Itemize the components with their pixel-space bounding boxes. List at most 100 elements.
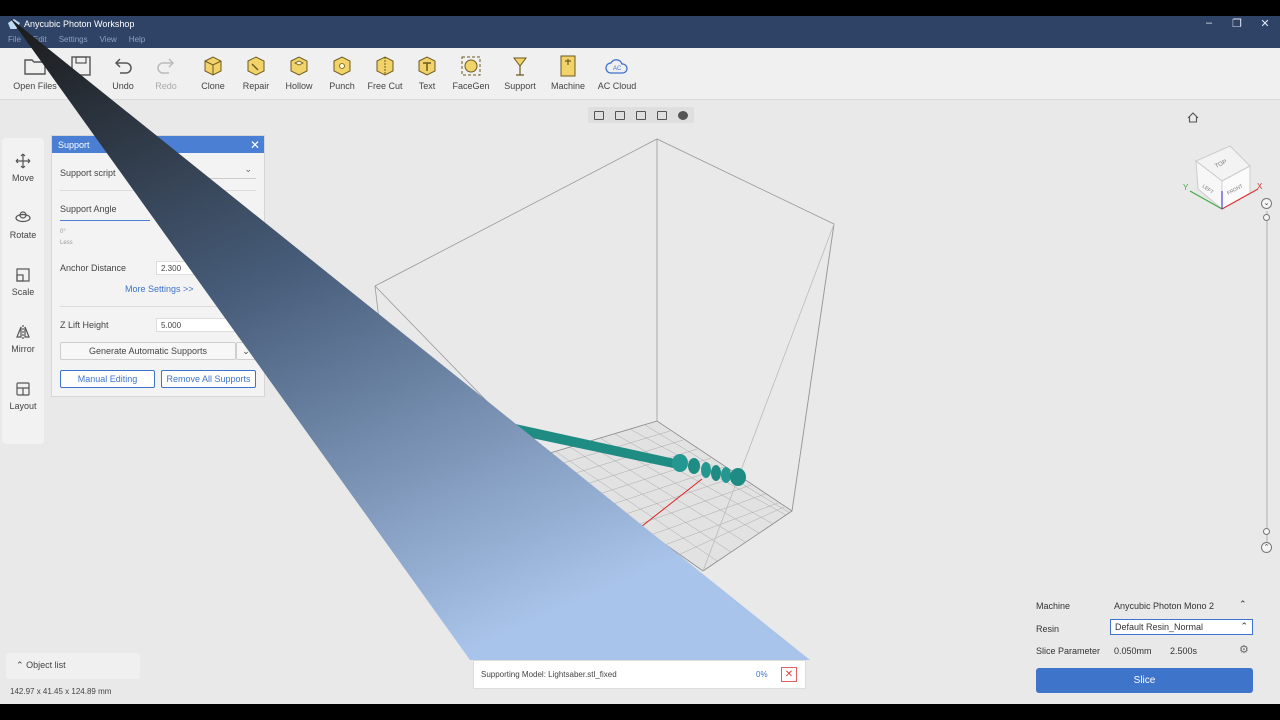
axis-x-label: X	[1257, 182, 1263, 191]
model-dimensions: 142.97 x 41.45 x 124.89 mm	[10, 687, 112, 696]
punch-button[interactable]: Punch	[320, 54, 364, 91]
rotate-tool[interactable]: Rotate	[2, 210, 44, 240]
machine-button[interactable]: Machine	[546, 54, 590, 91]
progress-percent: 0%	[756, 670, 768, 679]
support-script-select[interactable]: ⌄	[156, 164, 256, 179]
punch-icon	[333, 56, 351, 76]
slice-button[interactable]: Slice	[1036, 668, 1253, 693]
progress-message: Supporting Model: Lightsaber.stl_fixed	[481, 670, 617, 679]
machine-label: Machine	[1036, 601, 1071, 611]
mirror-tool[interactable]: Mirror	[2, 324, 44, 354]
facegen-button[interactable]: FaceGen	[449, 54, 493, 91]
object-list-toggle[interactable]: ⌃ Object list	[6, 653, 140, 679]
open-files-button[interactable]: Open Files	[13, 54, 57, 91]
facegen-icon	[461, 56, 481, 76]
title-bar: Anycubic Photon Workshop File Edit Setti…	[0, 16, 1280, 48]
manual-editing-button[interactable]: Manual Editing	[60, 370, 155, 388]
hollow-button[interactable]: Hollow	[277, 54, 321, 91]
remove-all-supports-button[interactable]: Remove All Supports	[161, 370, 256, 388]
text-button[interactable]: Text	[405, 54, 449, 91]
resin-select[interactable]: Default Resin_Normal ⌃	[1110, 619, 1253, 635]
view-mode-bar	[588, 107, 694, 123]
layer-slider-handle[interactable]	[1263, 214, 1270, 221]
redo-button[interactable]: Redo	[144, 54, 188, 91]
layout-icon	[16, 382, 30, 396]
view-front-icon[interactable]	[593, 110, 604, 120]
folder-icon	[24, 59, 46, 75]
view-wireframe-icon[interactable]	[635, 110, 646, 120]
view-cube[interactable]: TOP LEFT FRONT X Y	[1183, 145, 1263, 211]
view-solid-icon[interactable]	[614, 110, 625, 120]
repair-button[interactable]: Repair	[234, 54, 278, 91]
cancel-progress-button[interactable]: ✕	[781, 667, 797, 682]
layer-slider-handle[interactable]	[1263, 528, 1270, 535]
axis-y-label: Y	[1183, 183, 1189, 192]
cloud-icon: AC	[605, 59, 628, 74]
window-controls: – ❐ ✕	[1202, 17, 1272, 30]
menu-settings[interactable]: Settings	[59, 35, 88, 44]
exposure-value: 2.500s	[1170, 646, 1198, 656]
home-view-icon[interactable]	[1187, 112, 1199, 123]
main-toolbar: Open Files Save Undo Redo Clone Repair H…	[0, 48, 1280, 100]
close-window-icon[interactable]: ✕	[1258, 17, 1272, 30]
menu-file[interactable]: File	[8, 35, 21, 44]
hollow-icon	[290, 56, 308, 76]
support-angle-label: Support Angle	[60, 204, 117, 214]
restore-icon[interactable]: ❐	[1230, 17, 1244, 30]
chevron-up-icon[interactable]: ⌃	[1239, 599, 1247, 610]
move-icon	[15, 153, 31, 169]
minimize-icon[interactable]: –	[1202, 17, 1216, 30]
app-logo-icon	[8, 19, 20, 29]
more-settings-link[interactable]: More Settings >>	[125, 284, 194, 294]
scale-tool[interactable]: Scale	[2, 267, 44, 297]
move-tool[interactable]: Move	[2, 153, 44, 183]
scale-icon	[16, 268, 30, 282]
support-panel-header: Support ✕	[52, 136, 264, 153]
support-panel: Support ✕ Support script ⌄ Support Angle…	[51, 135, 265, 397]
free-cut-button[interactable]: Free Cut	[363, 54, 407, 91]
left-toolbar: Move Rotate Scale Mirror Layout	[2, 138, 44, 444]
menu-edit[interactable]: Edit	[33, 35, 47, 44]
chevron-up-icon: ⌃	[1240, 621, 1248, 631]
clone-button[interactable]: Clone	[191, 54, 235, 91]
close-panel-icon[interactable]: ✕	[250, 138, 260, 152]
undo-button[interactable]: Undo	[101, 54, 145, 91]
machine-value[interactable]: Anycubic Photon Mono 2	[1114, 601, 1214, 611]
view-material-icon[interactable]	[678, 110, 689, 120]
layer-slider-track[interactable]	[1266, 211, 1268, 551]
clone-icon	[204, 56, 222, 76]
z-lift-height-input[interactable]: 5.000	[156, 318, 236, 332]
angle-min-label: 0°	[60, 229, 66, 235]
menu-view[interactable]: View	[100, 35, 117, 44]
support-button[interactable]: Support	[498, 54, 542, 91]
generate-options-dropdown[interactable]: ⌄	[236, 342, 256, 360]
text-icon	[418, 56, 436, 76]
layout-tool[interactable]: Layout	[2, 381, 44, 411]
support-icon	[513, 57, 527, 76]
chevron-down-icon: ⌄	[242, 346, 250, 356]
divider	[60, 190, 256, 191]
layer-slider-bottom-knob[interactable]: ⌃	[1261, 542, 1272, 553]
undo-icon	[114, 58, 132, 74]
generate-automatic-supports-button[interactable]: Generate Automatic Supports	[60, 342, 236, 360]
app-window: Anycubic Photon Workshop File Edit Setti…	[0, 16, 1280, 704]
z-lift-height-label: Z Lift Height	[60, 320, 109, 330]
save-button[interactable]: Save	[59, 54, 103, 91]
layer-slider-top-knob[interactable]: ⌄	[1261, 198, 1272, 209]
view-fit-icon[interactable]	[657, 110, 668, 120]
support-progress-toast: Supporting Model: Lightsaber.stl_fixed 0…	[473, 660, 806, 689]
repair-icon	[247, 56, 265, 76]
settings-gear-icon[interactable]: ⚙	[1239, 643, 1249, 656]
support-angle-slider[interactable]	[60, 220, 150, 221]
redo-icon	[157, 58, 175, 74]
free-cut-icon	[376, 56, 394, 76]
resin-label: Resin	[1036, 624, 1060, 634]
ac-cloud-button[interactable]: AC AC Cloud	[595, 54, 639, 91]
support-script-label: Support script	[60, 168, 116, 178]
anchor-distance-input[interactable]: 2.300	[156, 261, 236, 275]
menu-bar: File Edit Settings View Help	[8, 35, 145, 44]
chevron-down-icon: ⌄	[244, 164, 252, 174]
anchor-distance-label: Anchor Distance	[60, 263, 127, 273]
menu-help[interactable]: Help	[129, 35, 145, 44]
machine-icon	[560, 55, 576, 77]
